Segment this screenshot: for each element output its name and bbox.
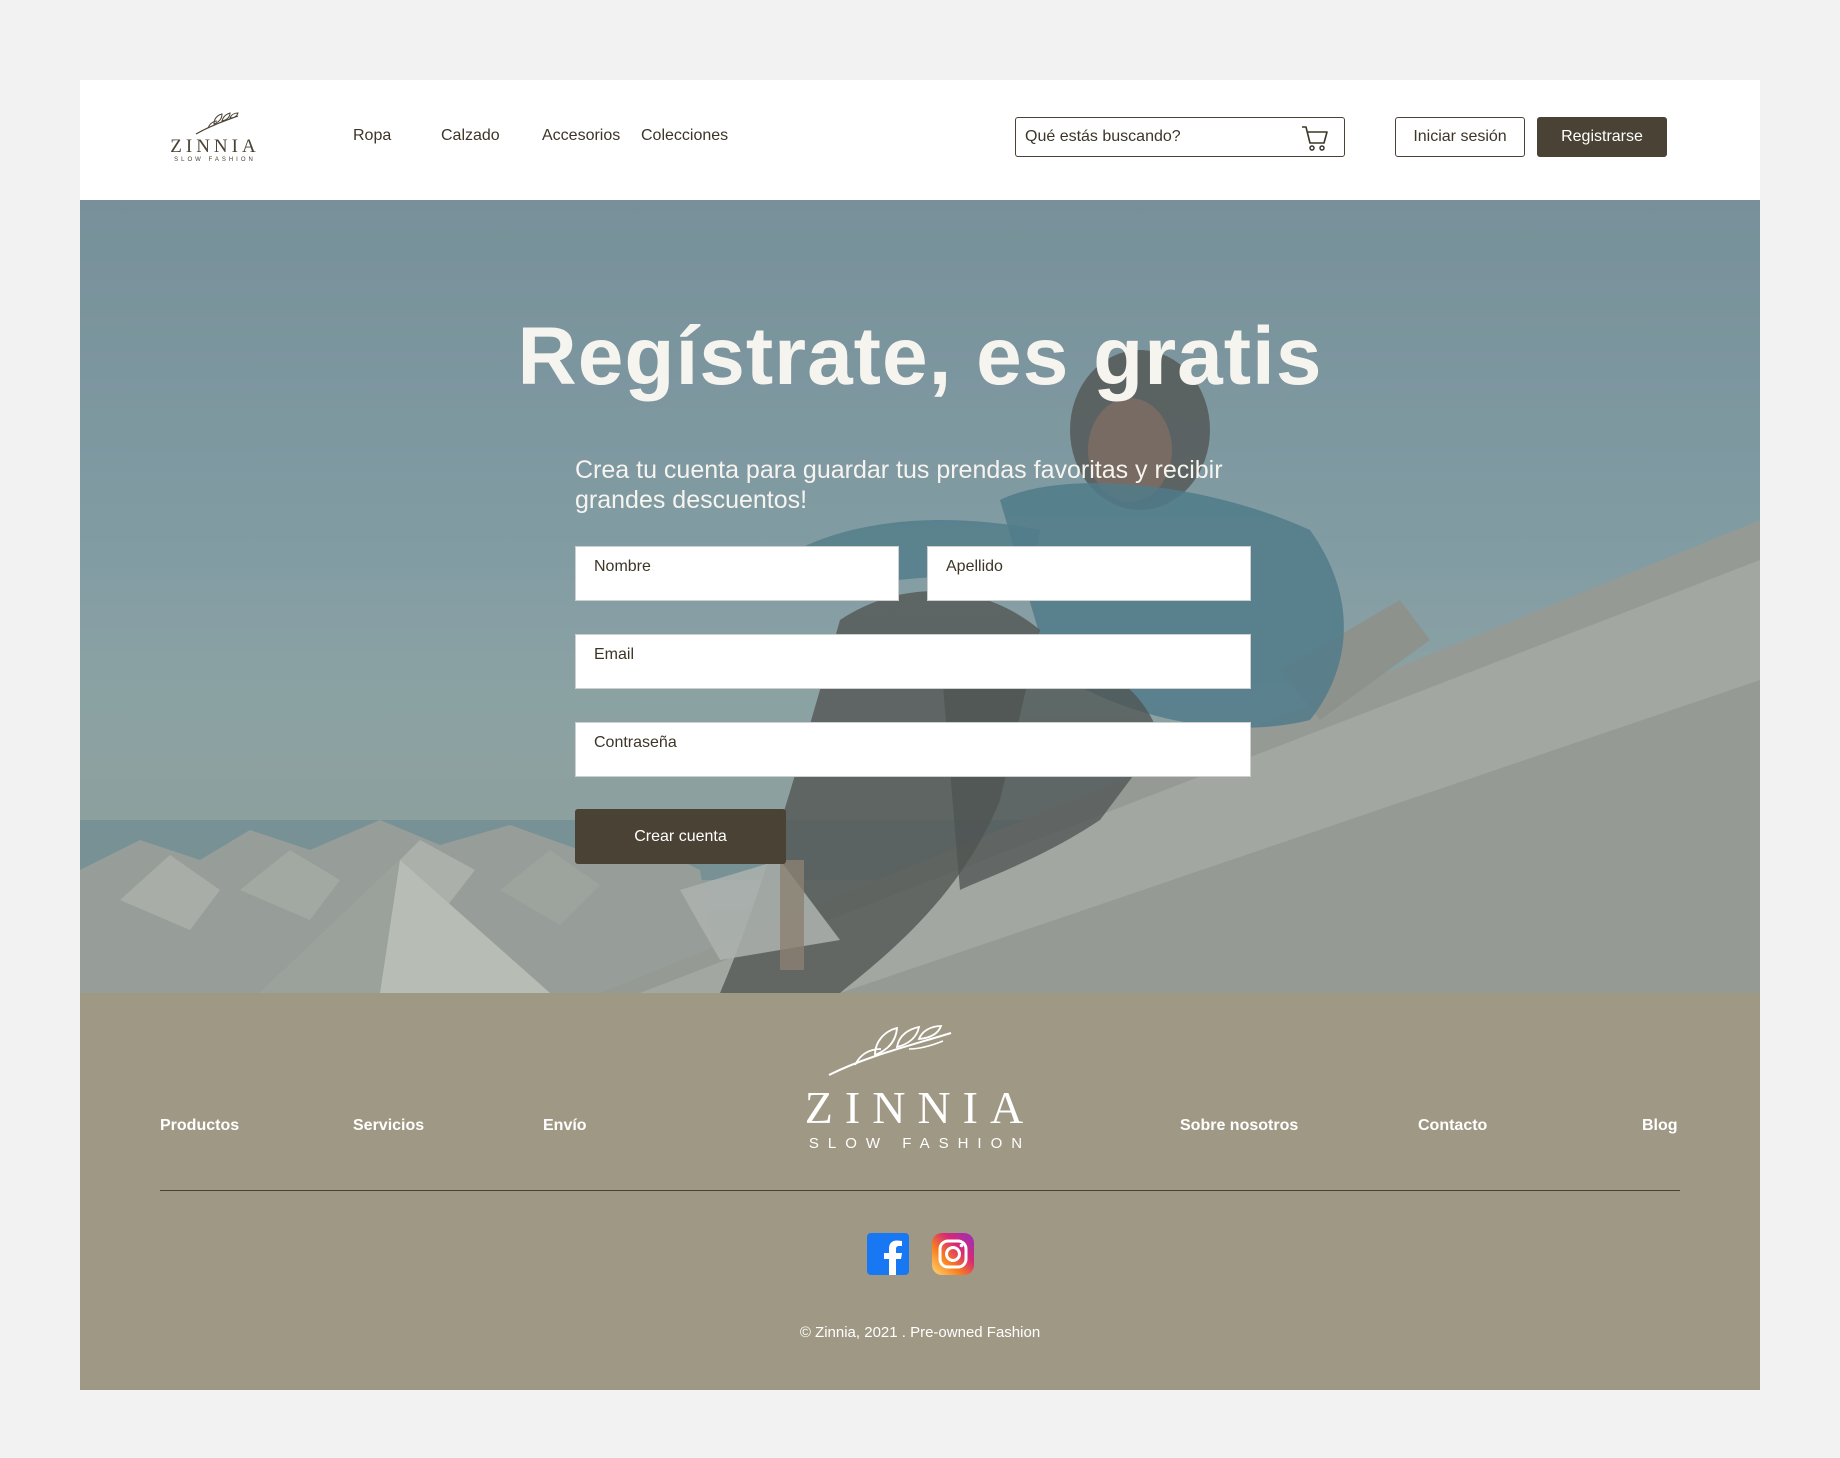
footer-divider: [160, 1190, 1680, 1191]
first-name-field: [575, 546, 899, 601]
footer-link-productos[interactable]: Productos: [160, 1117, 239, 1135]
footer-link-servicios[interactable]: Servicios: [353, 1117, 424, 1135]
footer-link-sobre-nosotros[interactable]: Sobre nosotros: [1180, 1117, 1298, 1135]
hero-title: Regístrate, es gratis: [517, 311, 1323, 402]
hero-section: Regístrate, es gratis Crea tu cuenta par…: [80, 200, 1760, 993]
nav-item-colecciones[interactable]: Colecciones: [641, 127, 728, 145]
site-header: ZINNIA SLOW FASHION Ropa Calzado Accesor…: [80, 80, 1760, 200]
facebook-icon[interactable]: [867, 1233, 909, 1275]
copyright-text: © Zinnia, 2021 . Pre-owned Fashion: [799, 1324, 1041, 1341]
last-name-field: [927, 546, 1251, 601]
last-name-input[interactable]: [928, 547, 1250, 600]
brand-tagline: SLOW FASHION: [174, 157, 256, 163]
create-account-button[interactable]: Crear cuenta: [575, 809, 786, 864]
email-input[interactable]: [576, 635, 1250, 688]
first-name-input[interactable]: [576, 547, 898, 600]
footer-brand-tagline: SLOW FASHION: [808, 1135, 1032, 1152]
leaf-logo-icon: [828, 1025, 952, 1076]
hero-subtitle: Crea tu cuenta para guardar tus prendas …: [575, 456, 1223, 514]
nav-item-accesorios[interactable]: Accesorios: [542, 127, 620, 145]
login-button[interactable]: Iniciar sesión: [1395, 117, 1525, 157]
footer-link-contacto[interactable]: Contacto: [1418, 1117, 1487, 1135]
footer-link-envio[interactable]: Envío: [543, 1117, 587, 1135]
password-field: [575, 722, 1251, 777]
search-box: [1015, 117, 1345, 157]
password-input[interactable]: [576, 723, 1250, 776]
register-button[interactable]: Registrarse: [1537, 117, 1667, 157]
leaf-logo-icon: [195, 112, 239, 135]
brand-name: ZINNIA: [170, 136, 260, 157]
page-frame: ZINNIA SLOW FASHION Ropa Calzado Accesor…: [80, 80, 1760, 1390]
email-field: [575, 634, 1251, 689]
brand-logo[interactable]: ZINNIA SLOW FASHION: [170, 112, 260, 164]
footer-brand-logo[interactable]: ZINNIA SLOW FASHION: [780, 1023, 1060, 1158]
cart-icon[interactable]: [1300, 124, 1330, 152]
nav-item-ropa[interactable]: Ropa: [353, 127, 391, 145]
footer-link-blog[interactable]: Blog: [1642, 1117, 1678, 1135]
instagram-icon[interactable]: [932, 1233, 974, 1275]
nav-item-calzado[interactable]: Calzado: [441, 127, 500, 145]
footer-brand-name: ZINNIA: [804, 1082, 1036, 1133]
search-input[interactable]: [1025, 118, 1295, 155]
